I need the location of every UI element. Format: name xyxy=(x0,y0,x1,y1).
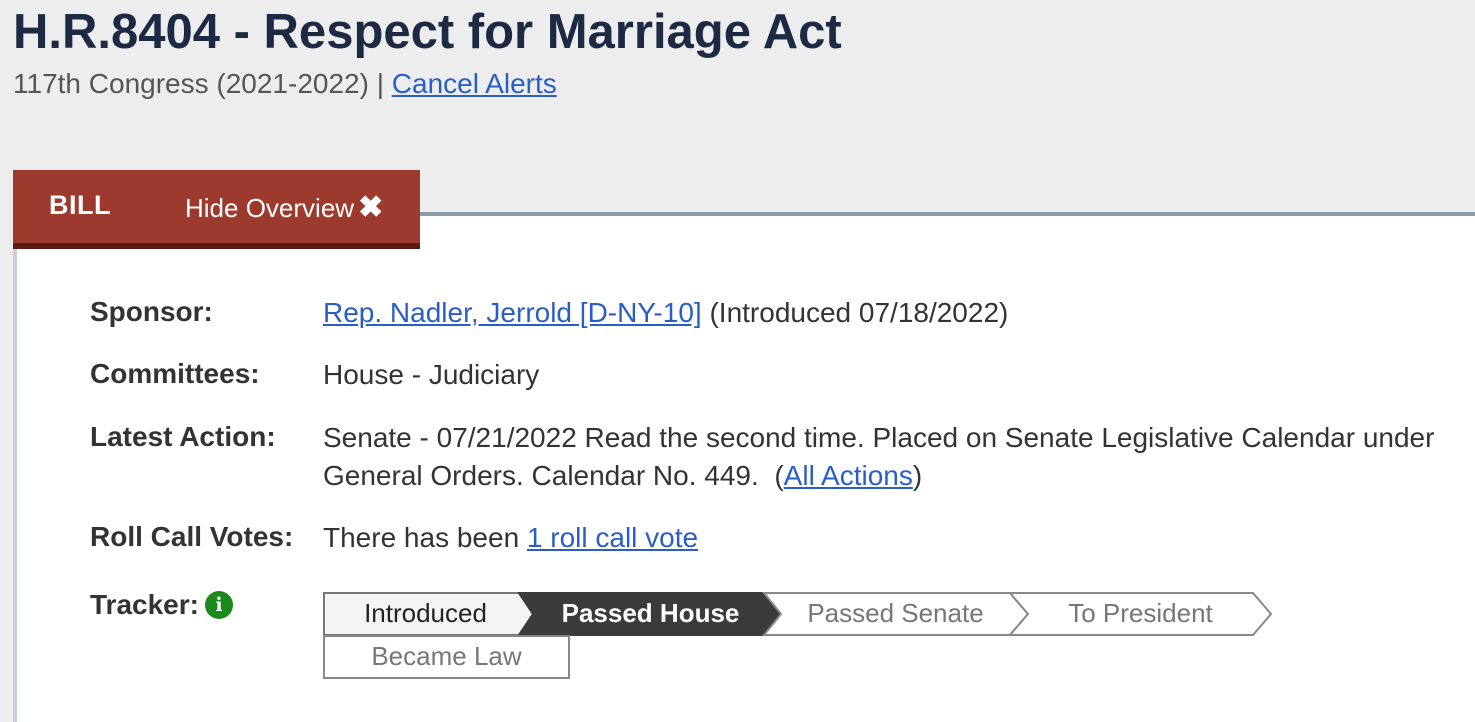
cancel-alerts-link[interactable]: Cancel Alerts xyxy=(392,68,557,99)
latest-action-label: Latest Action: xyxy=(90,421,276,452)
congress-label: 117th Congress (2021-2022) | xyxy=(13,68,384,99)
sponsor-intro: (Introduced 07/18/2022) xyxy=(709,297,1009,328)
latest-action-line2: General Orders. Calendar No. 449. (All A… xyxy=(323,457,922,495)
congress-line: 117th Congress (2021-2022) | Cancel Aler… xyxy=(13,68,557,100)
roll-call-label: Roll Call Votes: xyxy=(90,521,294,552)
sponsor-value: Rep. Nadler, Jerrold [D-NY-10] (Introduc… xyxy=(323,294,1008,332)
committees-value: House - Judiciary xyxy=(323,359,540,390)
tab-bill[interactable]: BILL xyxy=(49,190,111,221)
tracker-label: Tracker: xyxy=(90,589,199,620)
sponsor-link[interactable]: Rep. Nadler, Jerrold [D-NY-10] xyxy=(323,297,702,328)
hide-overview-button[interactable]: Hide Overview ✖ xyxy=(185,190,383,225)
roll-call-value: There has been 1 roll call vote xyxy=(323,519,698,557)
info-icon[interactable]: i xyxy=(204,591,233,619)
stage-passed-senate: Passed Senate xyxy=(807,598,984,628)
close-paren: ) xyxy=(912,460,923,491)
stage-became-law: Became Law xyxy=(323,635,570,679)
all-actions-link[interactable]: All Actions xyxy=(784,460,913,491)
latest-action-text: General Orders. Calendar No. 449. ( xyxy=(323,460,784,491)
bill-tracker: Introduced Passed House Passed Senate To… xyxy=(323,592,1283,682)
sponsor-label: Sponsor: xyxy=(90,296,213,327)
tracker-label-row: Tracker: i xyxy=(90,589,233,621)
close-icon: ✖ xyxy=(358,191,384,224)
latest-action-line1: Senate - 07/21/2022 Read the second time… xyxy=(323,422,1435,453)
hide-overview-label: Hide Overview xyxy=(185,193,355,223)
roll-call-prefix: There has been xyxy=(323,522,527,553)
committees-label: Committees: xyxy=(90,358,260,389)
stage-introduced: Introduced xyxy=(364,598,487,628)
roll-call-link[interactable]: 1 roll call vote xyxy=(527,522,698,553)
tab-bar: BILL Hide Overview ✖ xyxy=(13,170,420,249)
stage-to-president: To President xyxy=(1068,598,1213,628)
page-title: H.R.8404 - Respect for Marriage Act xyxy=(13,5,842,59)
stage-passed-house: Passed House xyxy=(561,598,740,628)
